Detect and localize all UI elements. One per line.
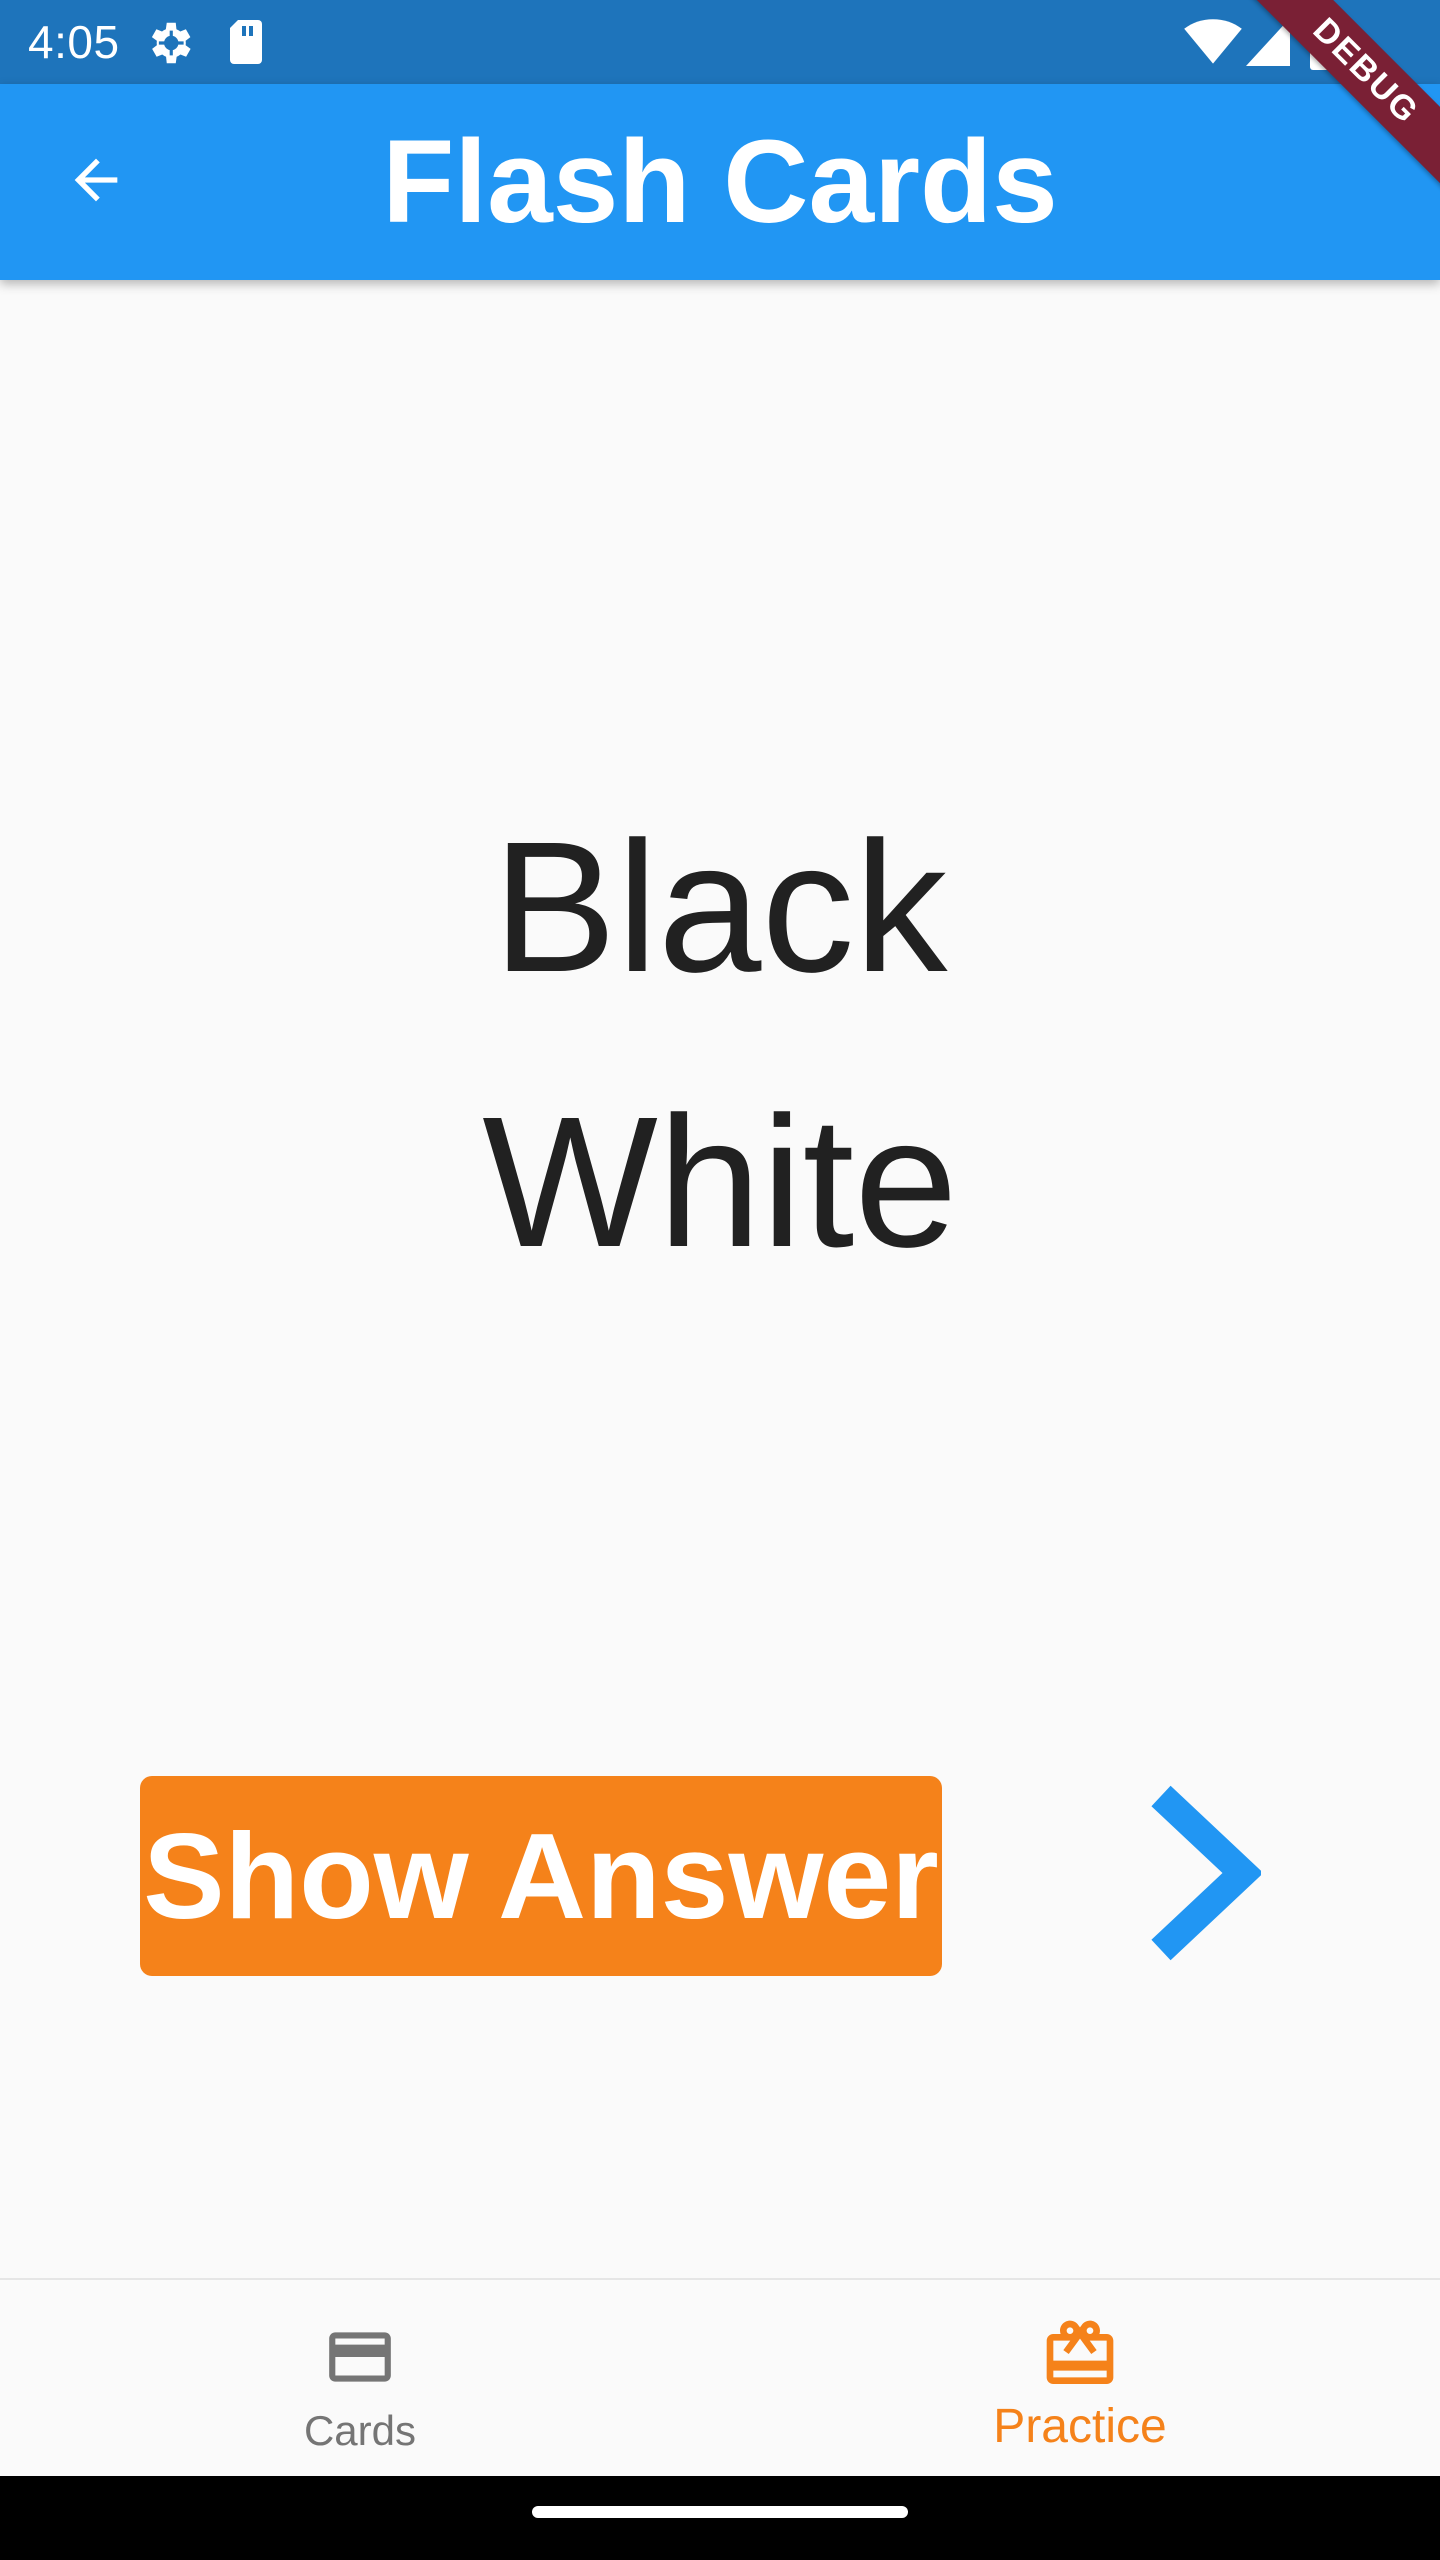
wifi-icon [1184,18,1242,71]
next-card-button[interactable] [1130,1780,1280,1970]
status-bar: 4:05 [0,0,1440,84]
card-giftcard-icon [1040,2314,1120,2399]
home-gesture-handle[interactable] [532,2506,908,2518]
card-back-text: White [482,1079,958,1286]
bottom-navigation: Cards Practice [0,2278,1440,2478]
credit-card-icon [323,2320,397,2399]
sd-card-icon [226,18,266,71]
system-navigation-bar [0,2476,1440,2560]
status-time: 4:05 [28,16,120,68]
cell-signal-icon [1246,18,1290,71]
show-answer-button[interactable]: Show Answer [140,1776,942,1976]
app-bar: Flash Cards [0,84,1440,280]
page-title: Flash Cards [382,116,1058,248]
nav-label-cards: Cards [303,2407,417,2454]
nav-label-practice: Practice [993,2400,1167,2453]
chevron-right-icon [1149,1784,1264,1967]
battery-icon [1310,14,1340,75]
nav-item-practice[interactable]: Practice [720,2280,1440,2478]
flash-cards-screen: 4:05 Flash Cards DEBUG Black White Show … [0,0,1440,2560]
card-front-text: Black [492,804,948,1011]
nav-item-cards[interactable]: Cards [0,2280,720,2478]
settings-gear-icon [142,16,196,75]
